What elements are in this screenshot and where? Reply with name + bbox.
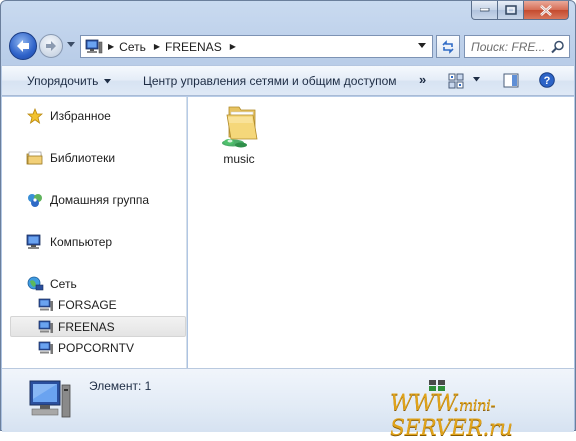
chevron-down-icon [104,78,112,83]
sidebar-item-label: Домашняя группа [50,193,150,207]
preview-pane-icon [503,73,519,88]
sidebar-item-popcorntv[interactable]: POPCORNTV [38,338,134,358]
sidebar-item-computer[interactable]: Компьютер [26,232,112,252]
breadcrumb-chevron-icon[interactable]: ▶ [154,42,160,51]
sidebar-item-label: Избранное [50,109,111,123]
sidebar-item-homegroup[interactable]: Домашняя группа [26,190,149,210]
organize-button[interactable]: Упорядочить [27,74,112,88]
network-computer-large-icon [29,380,71,418]
folder-item-music[interactable]: music [212,103,266,173]
sidebar-item-label: FREENAS [58,320,115,334]
details-pane: Элемент: 1 WWW.mini- SERVER.ru [2,368,574,441]
close-icon [540,4,552,16]
sidebar-item-freenas[interactable]: FREENAS [38,317,115,337]
network-computer-icon [38,341,54,355]
svg-text:?: ? [544,75,551,87]
computer-icon [26,234,44,250]
star-icon [26,108,44,124]
views-icon [448,73,464,89]
forward-button[interactable] [39,34,63,58]
more-commands-button[interactable]: » [419,72,426,87]
address-bar[interactable]: ▶ Сеть ▶ FREENAS ▶ [80,35,433,58]
item-count: Элемент: 1 [89,379,152,393]
command-bar: Упорядочить Центр управления сетями и об… [2,65,574,96]
preview-pane-button[interactable] [503,73,519,88]
search-input[interactable] [471,39,555,54]
sidebar-item-label: FORSAGE [58,298,117,312]
sidebar-item-label: Компьютер [50,235,113,249]
network-globe-icon [26,276,44,292]
sidebar-item-libraries[interactable]: Библиотеки [26,148,115,168]
maximize-button[interactable] [498,1,524,20]
breadcrumb-freenas[interactable]: FREENAS [165,40,222,54]
libraries-icon [26,150,44,166]
refresh-icon [442,39,454,54]
breadcrumb-chevron-icon[interactable]: ▶ [108,42,114,51]
folder-label: music [223,152,255,166]
minimize-button[interactable] [471,1,498,20]
shared-folder-icon [222,106,258,148]
minimize-icon [479,8,489,12]
sidebar-item-forsage[interactable]: FORSAGE [38,295,117,315]
watermark-mid: mini- [458,396,496,414]
watermark-prefix: WWW. [390,391,459,416]
sidebar-item-label: POPCORNTV [58,341,135,355]
navigation-bar: ▶ Сеть ▶ FREENAS ▶ [9,32,570,62]
arrow-left-icon [17,40,29,52]
navigation-pane: Избранное Библиотеки Домашняя группа Ком… [2,97,187,368]
help-icon: ? [539,72,555,88]
breadcrumb: ▶ Сеть ▶ FREENAS ▶ [105,40,241,54]
watermark: WWW.mini- SERVER.ru [390,391,574,441]
refresh-button[interactable] [436,35,460,58]
help-button[interactable]: ? [539,72,555,88]
chevron-down-icon [473,77,480,82]
organize-label: Упорядочить [27,74,99,88]
sidebar-item-network[interactable]: Сеть [26,274,77,294]
sidebar-item-favorites[interactable]: Избранное [26,106,111,126]
network-center-label: Центр управления сетями и общим доступом [143,74,397,88]
network-computer-icon [38,298,54,312]
address-dropdown-icon[interactable] [418,43,426,49]
explorer-window: ▶ Сеть ▶ FREENAS ▶ Упорядочить [0,0,576,441]
caption-buttons [471,1,569,20]
view-options-dropdown[interactable] [473,77,480,82]
close-button[interactable] [524,1,569,20]
change-view-button[interactable] [448,73,464,89]
more-commands-label: » [419,72,427,87]
back-button[interactable] [9,32,37,60]
watermark-brand: SERVER.ru [390,416,513,441]
file-list: music [188,97,574,368]
network-center-button[interactable]: Центр управления сетями и общим доступом [143,74,397,88]
maximize-icon [504,5,517,15]
network-icon [85,39,103,53]
search-icon[interactable] [551,40,565,54]
arrow-right-icon [46,41,56,51]
sidebar-item-label: Библиотеки [50,151,116,165]
homegroup-icon [26,192,44,208]
breadcrumb-network[interactable]: Сеть [119,40,146,54]
search-box[interactable] [464,35,570,58]
breadcrumb-chevron-icon[interactable]: ▶ [230,42,236,51]
network-computer-icon [38,320,54,334]
sidebar-item-label: Сеть [50,277,77,291]
history-dropdown-icon[interactable] [67,42,75,48]
